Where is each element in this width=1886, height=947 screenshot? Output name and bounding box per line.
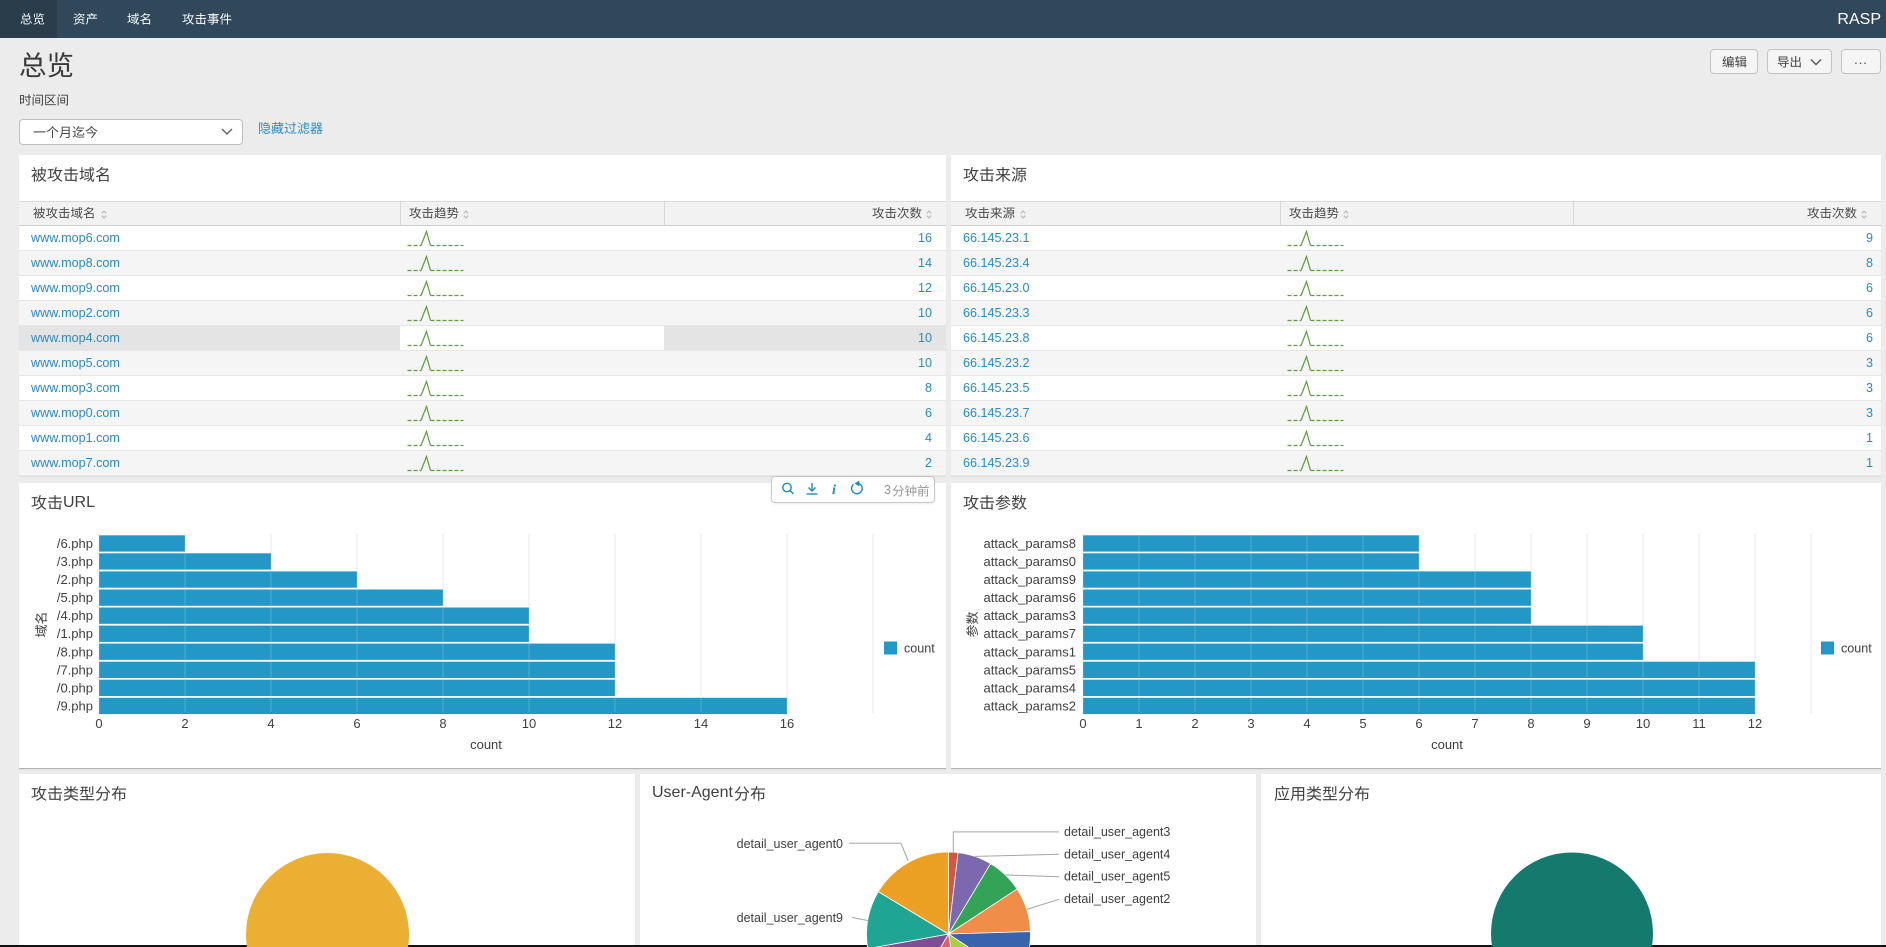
svg-text:attack_params0: attack_params0 xyxy=(984,554,1077,569)
svg-text:/4.php: /4.php xyxy=(57,608,93,623)
svg-text:i: i xyxy=(832,483,836,497)
svg-text:16: 16 xyxy=(780,716,794,731)
svg-text:/3.php: /3.php xyxy=(57,554,93,569)
svg-text:2: 2 xyxy=(1191,716,1198,731)
svg-text:/9.php: /9.php xyxy=(57,698,93,713)
svg-text:/1.php: /1.php xyxy=(57,626,93,641)
svg-text:4: 4 xyxy=(1303,716,1310,731)
svg-text:attack_params1: attack_params1 xyxy=(984,644,1077,659)
svg-text:12: 12 xyxy=(608,716,622,731)
svg-text:attack_params8: attack_params8 xyxy=(984,536,1077,551)
svg-text:10: 10 xyxy=(1636,716,1650,731)
svg-text:/0.php: /0.php xyxy=(57,680,93,695)
svg-text:count: count xyxy=(1431,737,1463,752)
svg-text:9: 9 xyxy=(1583,716,1590,731)
svg-text:6: 6 xyxy=(353,716,360,731)
svg-text:attack_params3: attack_params3 xyxy=(984,608,1077,623)
svg-text:/2.php: /2.php xyxy=(57,572,93,587)
svg-text:attack_params7: attack_params7 xyxy=(984,626,1077,641)
svg-text:10: 10 xyxy=(522,716,536,731)
svg-text:/8.php: /8.php xyxy=(57,644,93,659)
svg-text:attack_params5: attack_params5 xyxy=(984,662,1077,677)
svg-text:detail_user_agent2: detail_user_agent2 xyxy=(1064,892,1170,906)
svg-text:detail_user_agent9: detail_user_agent9 xyxy=(737,911,843,925)
svg-text:8: 8 xyxy=(439,716,446,731)
svg-text:2: 2 xyxy=(181,716,188,731)
svg-text:/6.php: /6.php xyxy=(57,536,93,551)
svg-text:count: count xyxy=(470,737,502,752)
svg-text:count: count xyxy=(1841,642,1872,656)
svg-text:4: 4 xyxy=(267,716,274,731)
svg-text:0: 0 xyxy=(95,716,102,731)
svg-text:14: 14 xyxy=(694,716,708,731)
svg-text:detail_user_agent3: detail_user_agent3 xyxy=(1064,825,1170,839)
svg-text:3: 3 xyxy=(1247,716,1254,731)
svg-text:1: 1 xyxy=(1135,716,1142,731)
svg-text:detail_user_agent4: detail_user_agent4 xyxy=(1064,848,1170,862)
svg-text:attack_params4: attack_params4 xyxy=(984,680,1077,695)
svg-text:11: 11 xyxy=(1692,716,1706,731)
svg-text:attack_params6: attack_params6 xyxy=(984,590,1077,605)
svg-text:6: 6 xyxy=(1415,716,1422,731)
svg-text:attack_params9: attack_params9 xyxy=(984,572,1077,587)
svg-text:detail_user_agent0: detail_user_agent0 xyxy=(737,837,843,851)
svg-text:8: 8 xyxy=(1527,716,1534,731)
svg-text:7: 7 xyxy=(1471,716,1478,731)
svg-text:/5.php: /5.php xyxy=(57,590,93,605)
svg-text:detail_user_agent5: detail_user_agent5 xyxy=(1064,870,1170,884)
svg-text:count: count xyxy=(904,642,935,656)
svg-text:0: 0 xyxy=(1079,716,1086,731)
svg-text:attack_params2: attack_params2 xyxy=(984,698,1077,713)
svg-text:/7.php: /7.php xyxy=(57,662,93,677)
svg-text:5: 5 xyxy=(1359,716,1366,731)
svg-text:12: 12 xyxy=(1748,716,1762,731)
